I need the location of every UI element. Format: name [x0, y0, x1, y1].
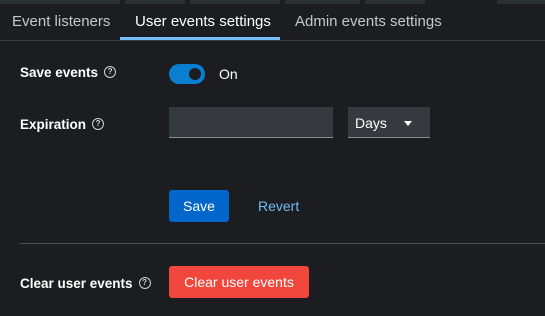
tab-bar: Event listeners User events settings Adm…: [0, 4, 545, 41]
save-events-label-row: Save events?: [20, 65, 117, 80]
help-icon[interactable]: ?: [92, 118, 105, 131]
clear-user-events-label-row: Clear user events?: [20, 276, 151, 291]
save-events-toggle[interactable]: [169, 64, 205, 84]
toggle-knob: [189, 68, 201, 80]
help-icon[interactable]: ?: [104, 66, 117, 79]
revert-link[interactable]: Revert: [258, 198, 299, 214]
expiration-label-row: Expiration?: [20, 117, 105, 132]
clear-user-events-label: Clear user events: [20, 276, 133, 291]
expiration-unit-select[interactable]: Days: [348, 107, 430, 138]
clear-user-events-button[interactable]: Clear user events: [169, 266, 309, 298]
expiration-input[interactable]: [169, 107, 333, 138]
tab-user-events-settings[interactable]: User events settings: [135, 4, 271, 40]
save-button[interactable]: Save: [169, 190, 229, 222]
tab-event-listeners[interactable]: Event listeners: [12, 4, 110, 40]
section-divider: [20, 243, 545, 244]
help-icon[interactable]: ?: [138, 277, 151, 290]
save-events-state: On: [219, 66, 238, 82]
save-events-label: Save events: [20, 65, 99, 80]
caret-down-icon: [404, 121, 412, 126]
tab-admin-events-settings[interactable]: Admin events settings: [295, 4, 442, 40]
expiration-unit-value: Days: [355, 115, 387, 131]
active-tab-indicator: [120, 37, 280, 40]
expiration-label: Expiration: [20, 117, 87, 132]
